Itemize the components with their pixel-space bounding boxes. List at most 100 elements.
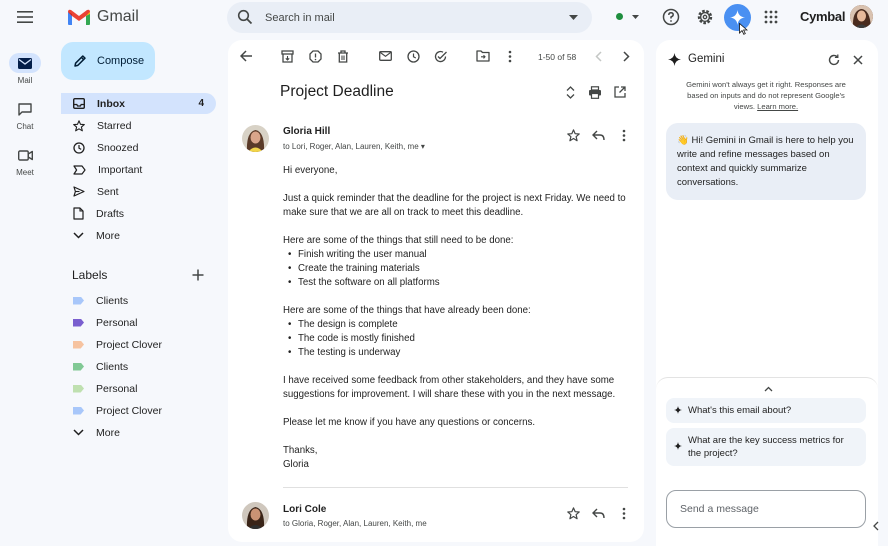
label-item-personal[interactable]: Personal (61, 378, 216, 399)
label-item-project-clover[interactable]: Project Clover (61, 400, 216, 421)
suggestion-chip[interactable]: What's this email about? (666, 398, 866, 423)
search-input[interactable]: Search in mail (265, 12, 335, 24)
inbox-count: 4 (198, 98, 204, 109)
settings-button[interactable] (695, 7, 715, 27)
organization-logo: Cymbal (800, 9, 846, 24)
help-button[interactable] (661, 7, 681, 27)
status-indicator[interactable] (616, 13, 623, 20)
list-item: Finish writing the user manual (283, 248, 633, 262)
gemini-side-panel: Gemini Gemini won't always get it right.… (656, 40, 878, 546)
account-avatar[interactable] (850, 5, 873, 28)
sidebar-item-snoozed[interactable]: Snoozed (61, 137, 216, 158)
rail-chat[interactable]: Chat (0, 99, 50, 131)
more-options-icon[interactable] (616, 505, 632, 521)
body-paragraph: I have received some feedback from other… (283, 375, 616, 400)
sidebar-item-starred[interactable]: Starred (61, 115, 216, 136)
label-item-personal[interactable]: Personal (61, 312, 216, 333)
label-item-text: Clients (96, 294, 129, 307)
suggestion-chip[interactable]: What are the key success metrics for the… (666, 428, 866, 466)
important-icon (73, 164, 86, 175)
greeting-text: Hi everyone, (283, 165, 338, 176)
rail-mail-label: Mail (17, 76, 33, 85)
done-list: The design is complete The code is mostl… (283, 318, 633, 360)
signature-text: Gloria (283, 459, 309, 470)
gemini-message-input[interactable]: Send a message (666, 490, 866, 528)
rail-chat-label: Chat (16, 122, 34, 131)
recipients-text[interactable]: to Gloria, Roger, Alan, Lauren, Keith, m… (283, 519, 427, 528)
learn-more-link[interactable]: Learn more. (757, 102, 798, 111)
report-spam-icon[interactable] (307, 48, 323, 64)
mail-icon (18, 57, 32, 69)
compose-button[interactable]: Compose (61, 42, 155, 80)
draft-icon (73, 207, 84, 220)
older-chevron-icon[interactable] (618, 48, 634, 64)
star-icon[interactable] (565, 505, 581, 521)
rail-mail[interactable]: Mail (0, 53, 50, 85)
chevron-down-icon (73, 232, 84, 239)
sidebar-item-sent[interactable]: Sent (61, 181, 216, 202)
recipients-caret-icon[interactable]: ▾ (421, 142, 425, 151)
label-item-clients[interactable]: Clients (61, 356, 216, 377)
pencil-icon (74, 55, 86, 67)
sender-avatar[interactable] (242, 125, 269, 152)
sparkle-icon (674, 442, 682, 450)
chat-icon (18, 102, 32, 116)
move-to-icon[interactable] (475, 48, 491, 64)
plus-icon (192, 269, 204, 281)
sender-name: Lori Cole (283, 504, 327, 515)
google-apps-button[interactable] (762, 8, 780, 26)
sidebar-item-more[interactable]: More (61, 225, 216, 246)
body-paragraph: Please let me know if you have any quest… (283, 417, 536, 428)
star-icon (73, 119, 85, 131)
label-item-more[interactable]: More (61, 422, 216, 443)
add-to-tasks-icon[interactable] (433, 48, 449, 64)
archive-icon[interactable] (279, 48, 295, 64)
label-item-clients[interactable]: Clients (61, 290, 216, 311)
inbox-icon (73, 98, 85, 109)
logo-text: Gmail (97, 8, 139, 25)
back-arrow-icon[interactable] (238, 48, 254, 64)
label-tag-icon (73, 318, 84, 327)
label-item-text: Personal (96, 316, 138, 329)
expand-all-icon[interactable] (562, 84, 578, 100)
more-options-icon[interactable] (502, 48, 518, 64)
close-icon[interactable] (850, 52, 866, 68)
sidebar-item-drafts[interactable]: Drafts (61, 203, 216, 224)
suggestion-text: What's this email about? (688, 405, 792, 416)
email-body: Hi everyone, Just a quick reminder that … (283, 164, 633, 472)
sidebar-item-important[interactable]: Important (61, 159, 216, 180)
snooze-icon[interactable] (405, 48, 421, 64)
meet-icon (17, 149, 33, 161)
more-options-icon[interactable] (616, 127, 632, 143)
add-label-button[interactable] (190, 267, 206, 283)
search-icon[interactable] (237, 9, 253, 25)
open-in-new-window-icon[interactable] (612, 84, 628, 100)
sidebar-item-label: Inbox (97, 97, 125, 110)
delete-icon[interactable] (335, 48, 351, 64)
mark-unread-icon[interactable] (377, 48, 393, 64)
main-menu-button[interactable] (10, 6, 40, 28)
label-tag-icon (73, 362, 84, 371)
side-panel-chevron-icon[interactable] (866, 516, 886, 536)
label-item-project-clover[interactable]: Project Clover (61, 334, 216, 355)
recipients-line[interactable]: to Lori, Roger, Alan, Lauren, Keith, me … (283, 142, 425, 151)
gear-icon (697, 9, 713, 25)
gmail-logo[interactable]: Gmail (67, 6, 139, 28)
newer-chevron-icon[interactable] (590, 48, 606, 64)
status-caret-icon[interactable] (632, 15, 639, 19)
sender-avatar[interactable] (242, 502, 269, 529)
suggestion-text: What are the key success metrics for the… (688, 435, 844, 459)
message-divider (283, 487, 628, 488)
refresh-icon[interactable] (826, 52, 842, 68)
sidebar-item-inbox[interactable]: Inbox 4 (61, 93, 216, 114)
chevron-down-icon (73, 429, 84, 436)
star-icon[interactable] (565, 127, 581, 143)
rail-meet[interactable]: Meet (0, 145, 50, 177)
search-options-icon[interactable] (569, 15, 578, 20)
reply-icon[interactable] (590, 127, 606, 143)
reply-icon[interactable] (590, 505, 606, 521)
chevron-up-icon[interactable] (760, 381, 776, 397)
search-bar[interactable]: Search in mail (227, 2, 592, 33)
todo-list: Finish writing the user manual Create th… (283, 248, 633, 290)
print-icon[interactable] (587, 84, 603, 100)
